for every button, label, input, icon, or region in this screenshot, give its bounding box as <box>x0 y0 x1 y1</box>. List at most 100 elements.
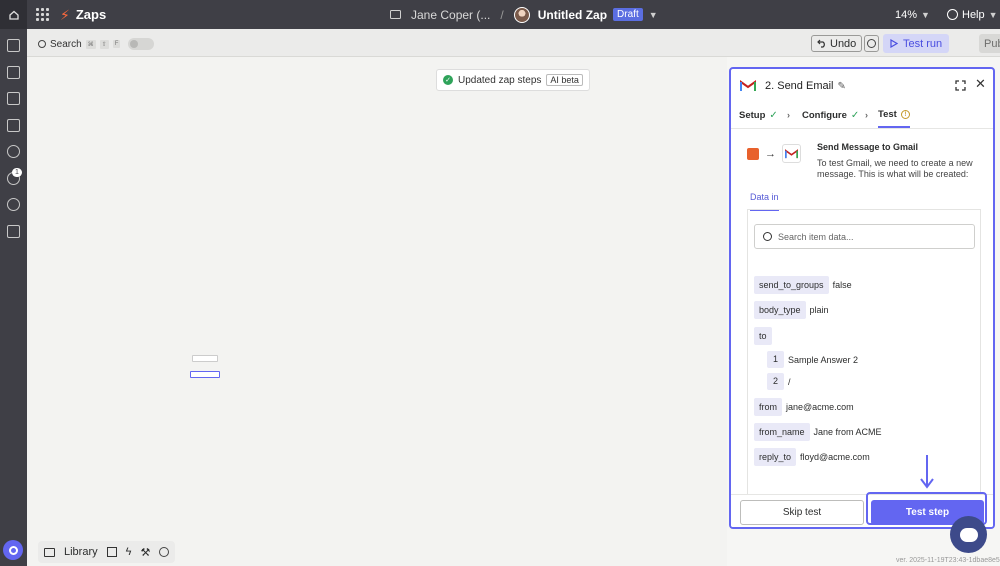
data-key[interactable]: from <box>754 398 782 416</box>
search-placeholder: Search item data... <box>778 231 854 242</box>
gmail-icon <box>738 77 757 96</box>
check-icon: ✓ <box>769 110 778 121</box>
tab-configure-label: Configure <box>802 110 847 121</box>
search-icon <box>763 232 772 241</box>
data-in-panel: Search item data... send_to_groups false… <box>747 209 981 496</box>
expand-icon[interactable] <box>955 80 966 91</box>
data-key[interactable]: to <box>754 327 772 345</box>
wrench-icon[interactable]: ⚒ <box>140 546 150 559</box>
notification-badge: 1 <box>12 168 22 177</box>
help-menu[interactable]: Help ▼ <box>947 0 998 29</box>
folder-icon <box>390 10 401 19</box>
tab-setup[interactable]: Setup ✓ <box>739 103 778 128</box>
tab-test[interactable]: Test ! <box>878 103 910 128</box>
app-flow: → <box>747 144 801 163</box>
data-value: / <box>788 376 791 387</box>
trigger-node[interactable] <box>192 355 218 362</box>
assistant-icon <box>8 545 18 555</box>
library-button[interactable]: Library <box>64 546 98 558</box>
undo-button[interactable]: Undo <box>811 35 863 52</box>
data-value: false <box>832 280 852 290</box>
chevron-right-icon: › <box>865 110 868 120</box>
chevron-down-icon[interactable]: ▼ <box>649 10 658 20</box>
chat-support-button[interactable] <box>950 516 987 553</box>
arrow-right-icon: → <box>765 147 776 160</box>
data-row: to <box>754 327 772 345</box>
top-bar: ⚡ Zaps Jane Coper (... / Untitled Zap Dr… <box>0 0 1000 29</box>
ai-assistant-button[interactable] <box>3 540 23 560</box>
zoom-control[interactable]: 14% ▼ <box>895 0 930 29</box>
tab-test-label: Test <box>878 109 897 120</box>
data-row: send_to_groups false <box>754 276 852 294</box>
test-step-body: → Send Message to Gmail To test Gmail, w… <box>731 128 993 496</box>
avatar <box>513 6 530 23</box>
canvas-search-icon[interactable] <box>159 547 170 557</box>
check-circle-icon: ✓ <box>443 75 453 85</box>
chevron-down-icon: ▼ <box>988 9 998 20</box>
shortcut-key: ⇧ <box>99 39 109 49</box>
editor-toolbar: Search ⌘ ⇧ F Undo Test run Publish <box>27 29 1000 57</box>
publish-button[interactable]: Publish <box>979 34 1000 53</box>
step-title[interactable]: 2. Send Email <box>765 80 833 92</box>
search-label: Search <box>50 38 82 50</box>
play-icon <box>890 39 898 48</box>
warning-icon: ! <box>900 110 910 119</box>
search-button[interactable]: Search ⌘ ⇧ F <box>38 38 155 50</box>
chevron-right-icon: › <box>787 110 790 120</box>
data-value: Jane from ACME <box>813 427 882 437</box>
tables-icon[interactable] <box>7 119 20 132</box>
search-item-data[interactable]: Search item data... <box>754 224 975 249</box>
test-run-label: Test run <box>903 37 943 50</box>
bolt-icon[interactable]: ϟ <box>126 546 132 558</box>
gmail-icon <box>782 144 801 163</box>
data-index[interactable]: 1 <box>767 351 785 368</box>
undo-label: Undo <box>830 37 857 50</box>
data-key[interactable]: reply_to <box>754 448 797 466</box>
archive-icon[interactable] <box>7 225 20 238</box>
shortcut-key: F <box>112 40 121 48</box>
apps-grid-icon[interactable] <box>36 7 50 22</box>
undo-icon <box>817 39 825 48</box>
ai-beta-badge: AI beta <box>546 74 583 86</box>
pencil-icon[interactable]: ✎ <box>837 81 845 92</box>
data-row: 2 / <box>767 373 791 390</box>
step-tabs: Setup ✓ › Configure ✓ › Test ! <box>731 103 993 128</box>
data-value: Sample Answer 2 <box>788 354 859 365</box>
data-key[interactable]: send_to_groups <box>754 276 829 294</box>
canvas-toggle[interactable] <box>128 38 155 50</box>
apps-icon[interactable] <box>7 39 20 52</box>
home-button[interactable] <box>0 0 27 29</box>
zap-name[interactable]: Untitled Zap <box>538 8 607 22</box>
left-sidebar: 1 <box>0 29 27 566</box>
settings-icon[interactable] <box>7 198 20 211</box>
app-title[interactable]: Zaps <box>76 7 106 22</box>
chat-icon <box>959 527 978 542</box>
send-title: Send Message to Gmail <box>817 142 919 152</box>
test-run-button[interactable]: Test run <box>883 34 950 53</box>
breadcrumb-owner[interactable]: Jane Coper (... <box>411 8 490 22</box>
zaps-icon[interactable] <box>7 66 20 79</box>
data-index[interactable]: 2 <box>767 373 785 390</box>
breadcrumb-separator: / <box>500 7 504 22</box>
history-icon[interactable] <box>7 145 20 158</box>
data-value: plain <box>809 305 829 315</box>
publish-label: Publish <box>984 37 1000 50</box>
data-value: floyd@acme.com <box>800 452 870 462</box>
data-value: jane@acme.com <box>786 402 854 412</box>
send-description: To test Gmail, we need to create a new m… <box>817 158 973 179</box>
arrow-down-icon <box>920 455 934 489</box>
zap-canvas[interactable]: ✓ Updated zap steps AI beta Library ϟ ⚒ <box>27 57 727 566</box>
data-key[interactable]: body_type <box>754 301 806 319</box>
interfaces-icon[interactable] <box>7 92 20 105</box>
help-icon <box>947 9 958 20</box>
data-key[interactable]: from_name <box>754 423 810 441</box>
action-node[interactable] <box>190 371 220 378</box>
zap-bolt-icon: ⚡ <box>60 6 70 23</box>
close-icon[interactable]: ✕ <box>975 76 986 92</box>
toast-text: Updated zap steps <box>458 74 542 86</box>
skip-test-button[interactable]: Skip test <box>740 500 864 525</box>
version-history-button[interactable] <box>864 35 879 52</box>
layout-icon[interactable] <box>106 547 117 557</box>
check-icon: ✓ <box>850 110 860 121</box>
tab-configure[interactable]: Configure ✓ <box>802 103 859 128</box>
